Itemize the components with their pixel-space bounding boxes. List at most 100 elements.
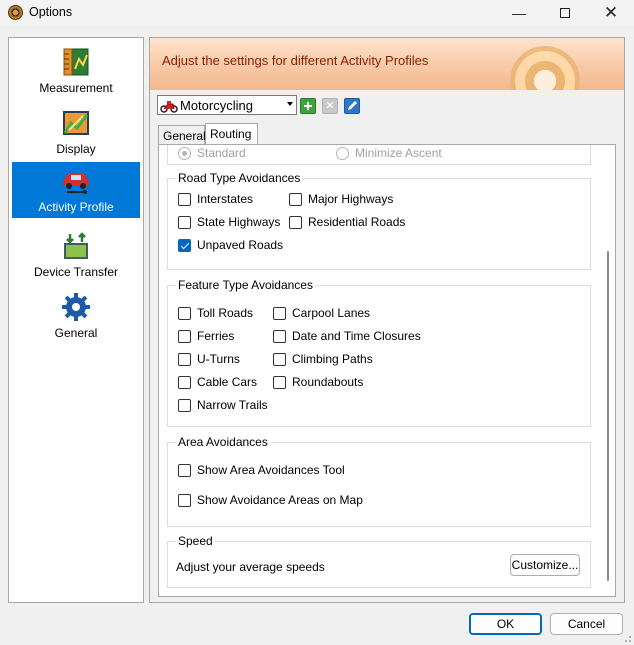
close-icon: ✕ (603, 2, 619, 22)
close-button[interactable]: ✕ (588, 0, 634, 25)
checkbox-label: Major Highways (308, 192, 394, 206)
edit-profile-button[interactable] (344, 98, 360, 114)
checkbox-show-area-avoidances-tool[interactable]: Show Area Avoidances Tool (178, 463, 345, 477)
radio-minimize-ascent[interactable]: Minimize Ascent (336, 146, 442, 160)
tab-routing[interactable]: Routing (205, 123, 258, 145)
road-type-avoidances-group: Road Type Avoidances Interstates Major H… (167, 171, 591, 270)
checkbox-cable-cars[interactable]: Cable Cars (178, 375, 257, 389)
checkbox-roundabouts[interactable]: Roundabouts (273, 375, 363, 389)
sidebar-item-label: Display (56, 142, 96, 156)
banner-title: Adjust the settings for different Activi… (162, 53, 429, 68)
profile-select[interactable]: Motorcycling (157, 95, 297, 115)
checkbox-residential-roads[interactable]: Residential Roads (289, 215, 405, 229)
checkbox-toll-roads[interactable]: Toll Roads (178, 306, 253, 320)
sidebar-item-device-transfer[interactable]: Device Transfer (12, 227, 140, 282)
maximize-icon (560, 7, 570, 18)
checkbox-label: Interstates (197, 192, 254, 206)
routing-panel: Standard Minimize Ascent Road Type Avoid… (158, 144, 616, 597)
checkbox-label: Show Area Avoidances Tool (197, 463, 345, 477)
sidebar-item-activity-profile[interactable]: Activity Profile (12, 162, 140, 218)
tab-general[interactable]: General (158, 125, 206, 145)
checkbox-label: Narrow Trails (197, 398, 268, 412)
compass-icon (510, 46, 580, 90)
sidebar-item-general[interactable]: General (12, 288, 140, 343)
checkbox-indicator (178, 398, 191, 412)
checkbox-climbing-paths[interactable]: Climbing Paths (273, 352, 373, 366)
speed-description: Adjust your average speeds (176, 560, 325, 574)
group-title: Road Type Avoidances (176, 171, 303, 185)
sidebar-item-measurement[interactable]: Measurement (12, 43, 140, 98)
checkbox-ferries[interactable]: Ferries (178, 329, 234, 343)
route-preference-group: Standard Minimize Ascent (167, 145, 591, 165)
checkbox-u-turns[interactable]: U-Turns (178, 352, 240, 366)
checkbox-indicator (178, 375, 191, 389)
checkbox-indicator (178, 493, 191, 507)
checkbox-show-avoidance-areas-on-map[interactable]: Show Avoidance Areas on Map (178, 493, 363, 507)
group-title: Area Avoidances (176, 435, 270, 449)
radio-label: Minimize Ascent (355, 146, 442, 160)
ok-button[interactable]: OK (469, 613, 542, 635)
checkbox-label: Roundabouts (292, 375, 364, 389)
checkbox-label: Carpool Lanes (292, 306, 371, 320)
checkbox-label: Date and Time Closures (292, 329, 421, 343)
checkbox-indicator (273, 329, 286, 343)
window-title: Options (29, 5, 73, 19)
pencil-icon (348, 101, 357, 110)
delete-profile-button[interactable]: ✕ (322, 98, 338, 114)
add-profile-button[interactable] (300, 98, 316, 114)
checkbox-indicator (178, 352, 191, 366)
motorcycle-icon (160, 101, 178, 113)
speed-group: Speed Adjust your average speeds Customi… (167, 534, 591, 588)
title-bar: Options — ✕ (0, 0, 634, 25)
checkbox-label: Unpaved Roads (197, 238, 284, 252)
display-icon (63, 111, 89, 135)
main-panel: Adjust the settings for different Activi… (149, 37, 625, 603)
checkbox-indicator (178, 329, 191, 343)
checkbox-indicator (178, 238, 191, 252)
checkbox-interstates[interactable]: Interstates (178, 192, 253, 206)
maximize-button[interactable] (542, 0, 588, 25)
sidebar-item-label: Device Transfer (33, 265, 119, 279)
checkbox-label: Ferries (197, 329, 235, 343)
area-avoidances-group: Area Avoidances Show Area Avoidances Too… (167, 435, 591, 527)
profile-select-value: Motorcycling (180, 98, 253, 113)
checkbox-label: Toll Roads (197, 306, 254, 320)
group-title: Speed (176, 534, 215, 548)
settings-area: Motorcycling ✕ General Routing Standard (150, 90, 624, 602)
checkbox-label: Residential Roads (308, 215, 406, 229)
checkbox-label: Cable Cars (197, 375, 258, 389)
app-logo-icon (8, 5, 23, 20)
customize-speeds-button[interactable]: Customize... (510, 554, 580, 576)
ruler-icon (63, 48, 89, 76)
radio-indicator (178, 146, 191, 160)
checkbox-date-time-closures[interactable]: Date and Time Closures (273, 329, 421, 343)
checkbox-major-highways[interactable]: Major Highways (289, 192, 393, 206)
resize-grip-icon[interactable] (622, 633, 632, 643)
device-transfer-icon (64, 232, 88, 259)
checkbox-indicator (273, 352, 286, 366)
checkbox-label: Show Avoidance Areas on Map (197, 493, 363, 507)
sidebar-item-display[interactable]: Display (12, 104, 140, 159)
sidebar-item-label: General (54, 326, 98, 340)
checkbox-indicator (178, 463, 191, 477)
checkbox-indicator (178, 215, 191, 229)
sidebar-item-label: Measurement (39, 81, 113, 95)
radio-standard[interactable]: Standard (178, 146, 246, 160)
scrollbar-thumb[interactable] (607, 251, 609, 581)
checkbox-unpaved-roads[interactable]: Unpaved Roads (178, 238, 283, 252)
vertical-scrollbar[interactable] (604, 151, 612, 591)
minimize-icon: — (512, 4, 526, 21)
checkbox-narrow-trails[interactable]: Narrow Trails (178, 398, 268, 412)
checkbox-carpool-lanes[interactable]: Carpool Lanes (273, 306, 370, 320)
minimize-button[interactable]: — (496, 0, 542, 25)
checkbox-state-highways[interactable]: State Highways (178, 215, 280, 229)
group-title: Feature Type Avoidances (176, 278, 315, 292)
cancel-button[interactable]: Cancel (550, 613, 623, 635)
gear-icon (62, 293, 90, 321)
sidebar-item-label: Activity Profile (38, 200, 114, 214)
checkbox-indicator (289, 215, 302, 229)
close-icon: ✕ (325, 100, 335, 112)
car-icon (63, 173, 89, 194)
sidebar: Measurement Display Activity Profile Dev… (8, 37, 144, 603)
header-banner: Adjust the settings for different Activi… (150, 38, 624, 90)
